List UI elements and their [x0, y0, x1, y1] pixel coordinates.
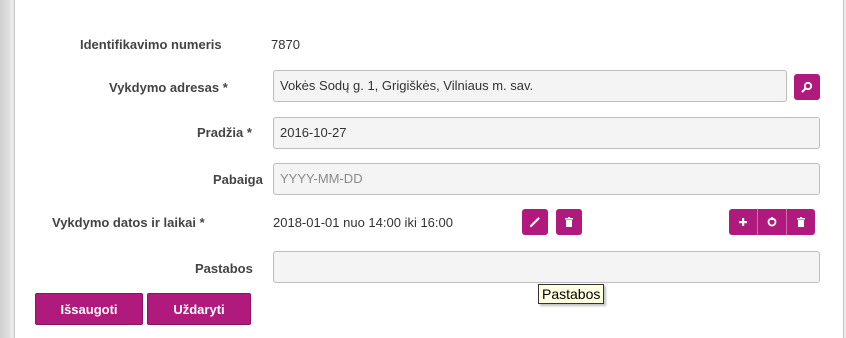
trash-icon — [797, 217, 805, 227]
pencil-icon — [529, 217, 540, 228]
address-field[interactable]: Vokės Sodų g. 1, Grigiškės, Vilniaus m. … — [273, 70, 787, 102]
end-date-field[interactable]: YYYY-MM-DD — [273, 163, 820, 195]
plus-icon — [739, 218, 747, 226]
refresh-dates-button[interactable] — [758, 209, 787, 235]
form-panel: Identifikavimo numeris 7870 Vykdymo adre… — [14, 0, 844, 338]
search-icon — [801, 81, 813, 93]
dates-label: Vykdymo datos ir laikai * — [52, 215, 205, 230]
dates-action-group — [729, 209, 815, 235]
add-date-button[interactable] — [729, 209, 758, 235]
delete-all-dates-button[interactable] — [787, 209, 815, 235]
id-value: 7870 — [271, 37, 300, 52]
start-date-label: Pradžia * — [197, 125, 252, 140]
delete-date-button[interactable] — [556, 209, 582, 235]
dates-value: 2018-01-01 nuo 14:00 iki 16:00 — [273, 215, 453, 230]
notes-label: Pastabos — [195, 261, 253, 276]
save-button[interactable]: Išsaugoti — [35, 293, 143, 325]
edit-date-button[interactable] — [522, 209, 548, 235]
notes-field[interactable] — [273, 251, 820, 283]
id-label: Identifikavimo numeris — [80, 37, 222, 52]
trash-icon — [565, 217, 573, 227]
end-date-label: Pabaiga — [213, 172, 263, 187]
close-button[interactable]: Uždaryti — [147, 293, 251, 325]
notes-tooltip: Pastabos — [538, 284, 605, 304]
start-date-field[interactable]: 2016-10-27 — [273, 117, 820, 149]
address-label: Vykdymo adresas * — [109, 80, 228, 95]
refresh-icon — [767, 217, 777, 227]
address-search-button[interactable] — [794, 74, 820, 100]
left-scrollbar — [0, 0, 10, 338]
